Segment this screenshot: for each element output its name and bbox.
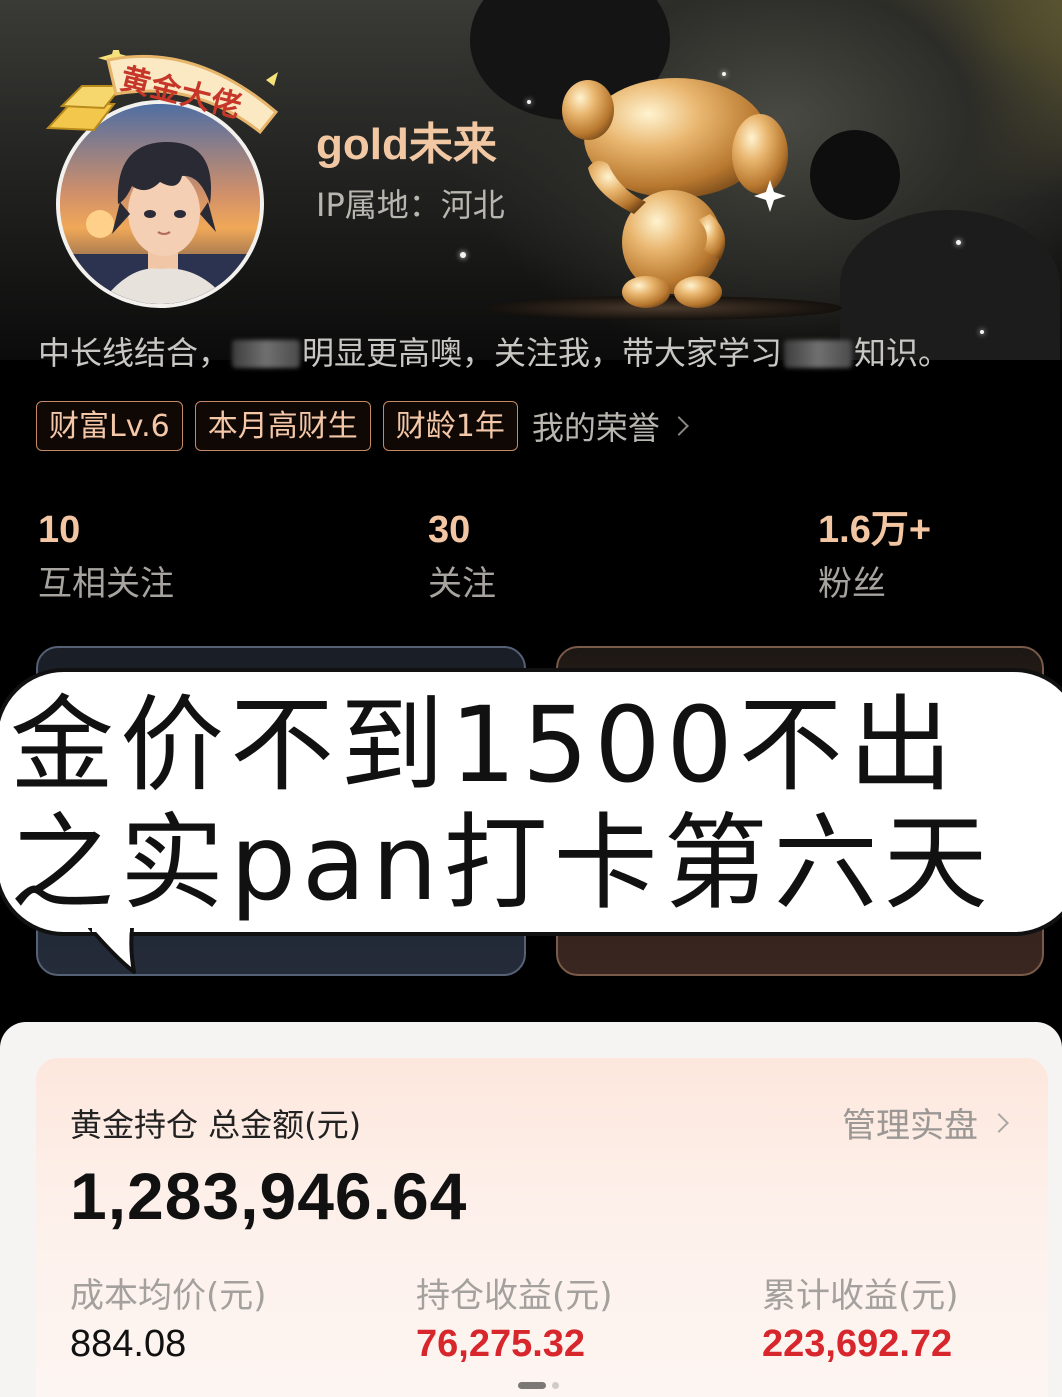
- ip-location: IP属地：河北: [316, 186, 505, 224]
- honor-tags: 财富Lv.6 本月高财生 财龄1年 我的荣誉: [36, 400, 689, 452]
- page-indicator: [518, 1382, 559, 1389]
- caption-line-2: 之实pan打卡第六天: [10, 802, 994, 924]
- metric-cumulative-profit: 累计收益(元) 223,692.72: [762, 1276, 959, 1366]
- stat-following[interactable]: 30 关注: [428, 508, 496, 604]
- metric-position-profit: 持仓收益(元) 76,275.32: [416, 1276, 613, 1366]
- manage-portfolio-link[interactable]: 管理实盘: [842, 1098, 1009, 1147]
- honor-tag-monthly-top[interactable]: 本月高财生: [194, 401, 371, 451]
- page-dot-active: [518, 1382, 546, 1389]
- metric-value: 223,692.72: [762, 1323, 953, 1365]
- bio-text: 知识。: [854, 334, 951, 372]
- my-honors-link[interactable]: 我的荣誉: [531, 403, 689, 449]
- metric-value: 884.08: [70, 1323, 187, 1365]
- bubble-tail: [88, 928, 136, 974]
- profile-page: 黄金大佬 gold未来 IP属地：河北 中长线结合， 明显更高噢，关注我，带大家…: [0, 0, 1062, 1397]
- my-honors-label: 我的荣誉: [531, 409, 660, 447]
- manage-portfolio-label: 管理实盘: [842, 1106, 978, 1146]
- stat-value: 10: [38, 509, 81, 551]
- metric-label: 成本均价(元): [70, 1276, 267, 1316]
- user-name: gold未来: [316, 120, 497, 169]
- metric-label: 持仓收益(元): [416, 1276, 613, 1316]
- metric-avg-cost: 成本均价(元) 884.08: [70, 1276, 267, 1366]
- redacted-text: [232, 340, 301, 368]
- stat-value: 1.6万+: [818, 509, 932, 551]
- bio-text: 明显更高噢，关注我，带大家学习: [302, 334, 783, 372]
- sparkle-icon: [956, 240, 961, 245]
- profile-bio: 中长线结合， 明显更高噢，关注我，带大家学习 知识。: [38, 328, 1038, 374]
- chevron-right-icon: [989, 1112, 1009, 1133]
- metric-value: 76,275.32: [416, 1323, 586, 1365]
- avatar-block[interactable]: 黄金大佬: [44, 30, 284, 310]
- stat-label: 关注: [428, 564, 496, 604]
- stat-mutual-follow[interactable]: 10 互相关注: [38, 508, 174, 604]
- stat-label: 粉丝: [818, 564, 886, 604]
- redacted-text: [784, 340, 853, 368]
- gold-mascot-icon: [486, 78, 842, 320]
- stat-value: 30: [428, 509, 471, 551]
- stat-followers[interactable]: 1.6万+ 粉丝: [818, 508, 931, 604]
- sparkle-icon: [460, 252, 466, 258]
- page-dot: [552, 1382, 559, 1389]
- asset-total-amount: 1,283,946.64: [70, 1159, 468, 1233]
- honor-tag-wealth-age[interactable]: 财龄1年: [382, 401, 518, 451]
- honor-tag-wealth-level[interactable]: 财富Lv.6: [36, 401, 183, 451]
- chevron-right-icon: [668, 416, 689, 436]
- stat-label: 互相关注: [38, 564, 174, 604]
- bio-text: 中长线结合，: [38, 334, 231, 372]
- metric-label: 累计收益(元): [762, 1276, 959, 1316]
- caption-line-1: 金价不到1500不出: [10, 684, 959, 806]
- asset-title: 黄金持仓 总金额(元): [70, 1106, 362, 1144]
